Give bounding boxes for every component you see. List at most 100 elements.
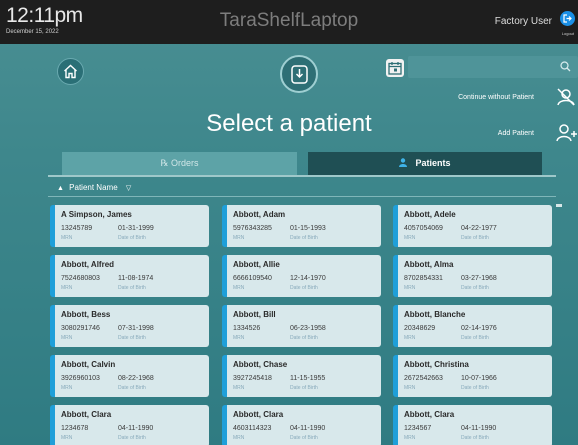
patient-mrn: 3080291746 <box>61 325 100 332</box>
patient-name: Abbott, Clara <box>404 410 455 419</box>
dob-label: Date of Birth <box>118 285 146 291</box>
patient-dob: 06-23-1958 <box>290 325 326 332</box>
mrn-label: MRN <box>233 235 245 241</box>
patient-mrn: 13245789 <box>61 225 93 232</box>
patient-name: Abbott, Allie <box>233 260 280 269</box>
current-user: Factory User <box>494 16 552 27</box>
patient-card[interactable]: Abbott, Bess 3080291746 MRN 07-31-1998 Date … <box>50 305 209 347</box>
patient-mrn: 2672542663 <box>404 375 443 382</box>
patient-dob: 12-14-1970 <box>290 275 326 282</box>
patient-card[interactable]: Abbott, Adele 4057054069 MRN 04-22-1977 Date… <box>393 205 552 247</box>
patient-card[interactable]: Abbott, Calvin 3926960103 MRN 08-22-1968 Dat… <box>50 355 209 397</box>
patient-mrn: 3927245418 <box>233 375 272 382</box>
patient-name: Abbott, Alfred <box>61 260 115 269</box>
patient-card[interactable]: Abbott, Chase 3927245418 MRN 11-15-1955 Date… <box>222 355 381 397</box>
patient-card[interactable]: Abbott, Clara 1234567 MRN 04-11-1990 Date of… <box>393 405 552 445</box>
sort-arrows-icon: ▲ <box>57 185 64 192</box>
logout-button[interactable] <box>560 11 575 26</box>
patient-dob: 02-14-1976 <box>461 325 497 332</box>
tab-patients-label: Patients <box>415 158 451 168</box>
patient-name: Abbott, Chase <box>233 360 288 369</box>
patient-name: Abbott, Adele <box>404 210 456 219</box>
dob-label: Date of Birth <box>290 235 318 241</box>
mrn-label: MRN <box>61 385 73 391</box>
home-button[interactable] <box>57 58 84 85</box>
calendar-icon <box>388 62 402 75</box>
mrn-label: MRN <box>404 335 416 341</box>
patient-name: Abbott, Alma <box>404 260 454 269</box>
sort-label: Patient Name <box>69 183 118 192</box>
page-title: Select a patient <box>206 110 372 137</box>
mrn-label: MRN <box>404 385 416 391</box>
mrn-label: MRN <box>404 435 416 441</box>
mrn-label: MRN <box>233 335 245 341</box>
patient-dob: 01-15-1993 <box>290 225 326 232</box>
patient-card[interactable]: Abbott, Alfred 7524680803 MRN 11-08-1974 Dat… <box>50 255 209 297</box>
add-patient-link[interactable]: Add Patient <box>498 130 534 137</box>
patient-dob: 01-31-1999 <box>118 225 154 232</box>
patient-name: Abbott, Bess <box>61 310 111 319</box>
patient-dob: 07-31-1998 <box>118 325 154 332</box>
dob-label: Date of Birth <box>290 285 318 291</box>
mrn-label: MRN <box>61 335 73 341</box>
device-name: TaraShelfLaptop <box>219 10 359 31</box>
patient-dob: 11-15-1955 <box>290 375 326 382</box>
patient-mrn: 4057054069 <box>404 225 443 232</box>
dob-label: Date of Birth <box>461 235 489 241</box>
patient-card[interactable]: Abbott, Christina 2672542663 MRN 10-07-1966… <box>393 355 552 397</box>
patient-name: Abbott, Christina <box>404 360 469 369</box>
dob-label: Date of Birth <box>461 385 489 391</box>
scan-icon <box>291 65 308 84</box>
patient-dob: 08-22-1968 <box>118 375 154 382</box>
continue-without-patient-link[interactable]: Continue without Patient <box>458 94 534 101</box>
mrn-label: MRN <box>404 285 416 291</box>
patient-mrn: 7524680803 <box>61 275 100 282</box>
patient-mrn: 6666109540 <box>233 275 272 282</box>
logout-icon <box>563 14 572 23</box>
patient-card[interactable]: Abbott, Blanche 20348629 MRN 02-14-1976 Date… <box>393 305 552 347</box>
dob-label: Date of Birth <box>118 335 146 341</box>
patient-card[interactable]: Abbott, Adam 5976343285 MRN 01-15-1993 Date … <box>222 205 381 247</box>
no-patient-icon[interactable] <box>556 87 576 107</box>
patient-dob: 04-11-1990 <box>290 425 326 432</box>
patient-mrn: 4603114323 <box>233 425 272 432</box>
patient-name: Abbott, Calvin <box>61 360 116 369</box>
patient-name: Abbott, Bill <box>233 310 276 319</box>
patient-mrn: 5976343285 <box>233 225 272 232</box>
logout-label: Logout <box>561 31 574 36</box>
scan-patient-button[interactable] <box>280 55 318 93</box>
patient-name: Abbott, Clara <box>233 410 284 419</box>
patient-dob: 10-07-1966 <box>461 375 497 382</box>
tab-underline <box>48 175 556 177</box>
top-bar: 12:11pm December 15, 2022 TaraShelfLapto… <box>0 0 578 44</box>
dob-label: Date of Birth <box>290 335 318 341</box>
patient-dob: 11-08-1974 <box>118 275 154 282</box>
patient-card[interactable]: Abbott, Alma 8702854331 MRN 03-27-1968 Date … <box>393 255 552 297</box>
patient-icon <box>399 158 408 167</box>
patient-card[interactable]: A Simpson, James 13245789 MRN 01-31-1999 Dat… <box>50 205 209 247</box>
tab-patients[interactable]: Patients <box>308 152 542 175</box>
search-icon[interactable] <box>560 61 571 72</box>
patient-dob: 04-11-1990 <box>461 425 497 432</box>
scrollbar[interactable] <box>556 204 562 207</box>
patient-card[interactable]: Abbott, Allie 6666109540 MRN 12-14-1970 Date… <box>222 255 381 297</box>
tab-orders[interactable]: ℞ Orders <box>62 152 297 175</box>
mrn-label: MRN <box>233 435 245 441</box>
dob-label: Date of Birth <box>461 285 489 291</box>
patient-name: Abbott, Adam <box>233 210 286 219</box>
patient-card[interactable]: Abbott, Bill 1334526 MRN 06-23-1958 Date of … <box>222 305 381 347</box>
add-user-icon[interactable] <box>556 123 578 143</box>
patient-mrn: 20348629 <box>404 325 436 332</box>
mrn-label: MRN <box>61 285 73 291</box>
search-input[interactable] <box>414 60 554 74</box>
patient-dob: 04-22-1977 <box>461 225 497 232</box>
mrn-label: MRN <box>61 435 73 441</box>
dob-label: Date of Birth <box>461 335 489 341</box>
divider <box>48 196 556 197</box>
calendar-button[interactable] <box>386 59 404 77</box>
patient-card[interactable]: Abbott, Clara 1234678 MRN 04-11-1990 Date of… <box>50 405 209 445</box>
sort-control[interactable]: ▲ Patient Name ▽ <box>57 183 131 192</box>
patient-dob: 03-27-1968 <box>461 275 497 282</box>
patient-mrn: 1234567 <box>404 425 432 432</box>
patient-card[interactable]: Abbott, Clara 4603114323 MRN 04-11-1990 Date… <box>222 405 381 445</box>
